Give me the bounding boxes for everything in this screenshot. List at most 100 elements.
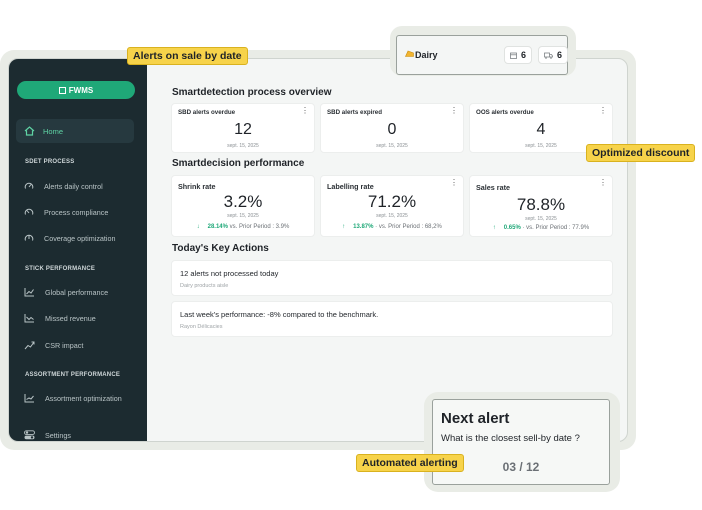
delta-percent: 0.65% — [503, 225, 521, 231]
kebab-menu-icon[interactable]: ⋮ — [599, 179, 607, 187]
kebab-menu-icon[interactable]: ⋮ — [301, 107, 309, 115]
card-date: sept. 15, 2025 — [376, 213, 408, 219]
card-date: sept. 15, 2025 — [376, 143, 408, 149]
performance-title: Smartdecision performance — [172, 158, 305, 169]
sidebar-item-process-compliance[interactable]: Process compliance — [24, 205, 108, 219]
sidebar: FWMS Home SDET PROCESS Alerts daily cont… — [9, 59, 147, 441]
sidebar-item-label: CSR impact — [45, 340, 84, 350]
line-chart-icon — [24, 394, 34, 403]
sidebar-item-label: Coverage optimization — [44, 233, 116, 243]
sidebar-item-assortment-optimization[interactable]: Assortment optimization — [24, 391, 122, 405]
sidebar-item-coverage-optimization[interactable]: Coverage optimization — [24, 231, 116, 245]
card-label: SBD alerts expired — [327, 109, 383, 116]
performance-card-sales[interactable]: Sales rate ⋮ 78.8% sept. 15, 2025 ↑ 0.65%… — [469, 175, 613, 237]
card-label: Sales rate — [476, 183, 510, 192]
truck-icon — [544, 52, 553, 59]
sidebar-section-assortment: ASSORTMENT PERFORMANCE — [25, 372, 121, 378]
card-value: 71.2% — [367, 192, 417, 211]
brand-label: FWMS — [68, 85, 94, 95]
card-delta: ↓ 28.14% vs. Prior Period : 3.9% — [172, 224, 314, 230]
brand-button[interactable]: FWMS — [17, 81, 135, 99]
next-alert-title: Next alert — [441, 410, 510, 427]
dairy-label: Dairy — [415, 50, 438, 60]
action-subtitle: Rayon Délicacies — [180, 324, 223, 330]
card-value: 78.8% — [516, 195, 566, 214]
sidebar-item-label: Alerts daily control — [44, 181, 103, 191]
sidebar-item-csr-impact[interactable]: CSR impact — [24, 338, 83, 352]
delta-percent: 28.14% — [207, 224, 228, 230]
sidebar-item-global-performance[interactable]: Global performance — [24, 285, 108, 299]
action-subtitle: Dairy products aisle — [180, 283, 229, 289]
action-title: 12 alerts not processed today — [180, 269, 279, 278]
action-item[interactable]: Last week's performance: -8% compared to… — [171, 301, 613, 337]
delta-text: · vs. Prior Period : 68,2% — [375, 224, 442, 230]
delta-text: vs. Prior Period : 3.9% — [229, 224, 290, 230]
action-item[interactable]: 12 alerts not processed today Dairy prod… — [171, 260, 613, 296]
overview-title: Smartdetection process overview — [172, 87, 332, 98]
delta-text: · vs. Prior Period : 77.9% — [522, 225, 590, 231]
gauge-icon — [24, 208, 34, 215]
next-alert-question: What is the closest sell-by date ? — [441, 433, 580, 444]
gauge-icon — [24, 234, 34, 241]
kebab-menu-icon[interactable]: ⋮ — [450, 107, 458, 115]
card-value: 4 — [536, 121, 546, 138]
sidebar-item-alerts-daily-control[interactable]: Alerts daily control — [24, 179, 103, 193]
performance-card-labelling[interactable]: Labelling rate ⋮ 71.2% sept. 15, 2025 ↑ 1… — [320, 175, 464, 237]
gauge-icon — [24, 182, 34, 189]
sidebar-item-label: Process compliance — [44, 207, 109, 217]
app-window: FWMS Home SDET PROCESS Alerts daily cont… — [8, 58, 628, 442]
pill-count: 6 — [521, 50, 527, 60]
card-value: 12 — [234, 121, 252, 138]
marketing-stage: FWMS Home SDET PROCESS Alerts daily cont… — [0, 0, 702, 510]
dairy-widget[interactable]: Dairy 6 6 — [396, 35, 569, 75]
overview-card-sbd-expired[interactable]: SBD alerts expired ⋮ 0 sept. 15, 2025 — [320, 103, 464, 153]
delta-percent: 13.87% — [353, 224, 374, 230]
sidebar-item-label: Global performance — [45, 287, 109, 297]
toggle-icon — [24, 430, 35, 440]
card-date: sept. 15, 2025 — [525, 216, 557, 222]
card-label: SBD alerts overdue — [178, 109, 236, 116]
line-chart-icon — [24, 288, 34, 297]
performance-card-shrink[interactable]: Shrink rate 3.2% sept. 15, 2025 ↓ 28.14% … — [171, 175, 315, 237]
sidebar-section-stick: STICK PERFORMANCE — [25, 266, 96, 272]
sidebar-item-label: Missed revenue — [45, 313, 96, 323]
sidebar-item-missed-revenue[interactable]: Missed revenue — [24, 311, 96, 325]
sidebar-section-sdet: SDET PROCESS — [25, 159, 75, 165]
home-icon — [24, 126, 35, 136]
sidebar-item-settings[interactable]: Settings — [24, 428, 71, 441]
overview-card-sbd-overdue[interactable]: SBD alerts overdue ⋮ 12 sept. 15, 2025 — [171, 103, 315, 153]
card-label: OOS alerts overdue — [476, 109, 534, 116]
arrow-up-icon: ↑ — [492, 225, 496, 231]
arrow-up-icon: ↑ — [342, 224, 346, 230]
arrow-down-icon: ↓ — [196, 224, 200, 230]
card-date: sept. 15, 2025 — [227, 143, 259, 149]
sidebar-item-home[interactable]: Home — [16, 119, 134, 143]
sidebar-item-label: Assortment optimization — [45, 393, 122, 403]
callout-alerts-on-sale: Alerts on sale by date — [127, 47, 248, 65]
actions-title: Today's Key Actions — [172, 243, 269, 254]
line-chart-icon — [24, 314, 34, 323]
cheese-icon — [405, 50, 414, 57]
main-content: Smartdetection process overview SBD aler… — [147, 59, 627, 441]
callout-automated-alerting: Automated alerting — [356, 454, 464, 472]
pill-count: 6 — [557, 50, 563, 60]
action-title: Last week's performance: -8% compared to… — [180, 310, 379, 319]
kebab-menu-icon[interactable]: ⋮ — [450, 179, 458, 187]
calendar-icon — [510, 52, 517, 59]
sidebar-item-label: Home — [43, 126, 64, 136]
card-date: sept. 15, 2025 — [227, 213, 259, 219]
card-delta: ↑ 0.65% · vs. Prior Period : 77.9% — [470, 225, 612, 231]
card-delta: ↑ 13.87% · vs. Prior Period : 68,2% — [321, 224, 463, 230]
card-value: 0 — [387, 121, 397, 138]
trend-up-icon — [24, 341, 35, 350]
card-label: Shrink rate — [178, 182, 216, 191]
alert-count-pill[interactable]: 6 — [504, 46, 533, 64]
card-label: Labelling rate — [327, 182, 374, 191]
alert-count-pill[interactable]: 6 — [538, 46, 569, 64]
callout-optimized-discount: Optimized discount — [586, 144, 696, 162]
card-value: 3.2% — [223, 192, 263, 211]
kebab-menu-icon[interactable]: ⋮ — [599, 107, 607, 115]
sidebar-item-label: Settings — [45, 430, 71, 440]
next-alert-card[interactable]: Next alert What is the closest sell-by d… — [432, 399, 610, 485]
brand-icon — [58, 86, 66, 94]
